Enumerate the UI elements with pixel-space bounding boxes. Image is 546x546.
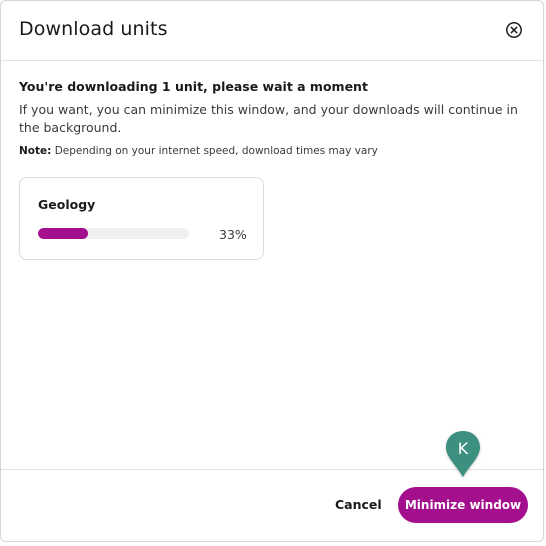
minimize-window-button[interactable]: Minimize window [398, 487, 528, 523]
marker-label: K [457, 439, 469, 458]
download-heading: You're downloading 1 unit, please wait a… [19, 79, 368, 94]
download-card-geology: Geology 33% [19, 177, 264, 260]
dialog-title: Download units [19, 18, 168, 40]
avatar-marker: K [444, 429, 482, 481]
close-circle-icon [506, 22, 522, 38]
note-text: Depending on your internet speed, downlo… [54, 145, 378, 157]
note-label: Note: [19, 145, 52, 157]
dialog-header: Download units [1, 1, 543, 61]
dialog-body: You're downloading 1 unit, please wait a… [19, 79, 525, 157]
unit-name: Geology [38, 197, 96, 212]
close-button[interactable] [505, 21, 523, 39]
download-units-dialog: Download units You're downloading 1 unit… [0, 0, 544, 542]
progress-bar [38, 228, 189, 239]
progress-bar-fill [38, 228, 88, 239]
download-description: If you want, you can minimize this windo… [19, 102, 518, 135]
cancel-button[interactable]: Cancel [335, 497, 382, 512]
progress-percent: 33% [219, 227, 247, 242]
download-note: Note: Depending on your internet speed, … [19, 145, 525, 157]
